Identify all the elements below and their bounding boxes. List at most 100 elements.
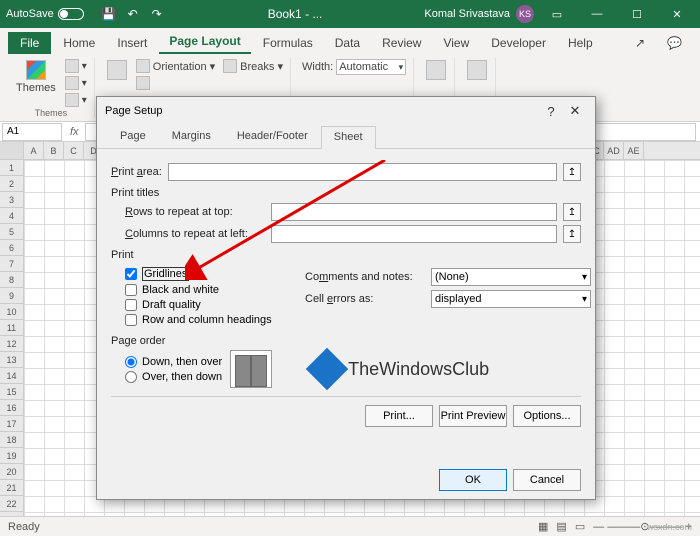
close-icon[interactable]: ✕: [660, 0, 694, 28]
dialog-body: Print area: ↥ Print titles Rows to repea…: [97, 149, 595, 461]
fonts-button[interactable]: ▾: [62, 75, 90, 91]
page-order-icon: [230, 350, 272, 388]
orientation-button[interactable]: Orientation ▾: [133, 58, 218, 74]
print-titles-label: Print titles: [111, 187, 581, 199]
ok-button[interactable]: OK: [439, 469, 507, 491]
status-ready: Ready: [8, 521, 40, 533]
tab-file[interactable]: File: [8, 32, 51, 54]
cancel-button[interactable]: Cancel: [513, 469, 581, 491]
tab-help[interactable]: Help: [558, 32, 603, 54]
avatar[interactable]: KS: [516, 5, 534, 23]
comments-icon[interactable]: 💬: [657, 32, 692, 54]
dialog-footer: OK Cancel: [97, 461, 595, 499]
print-button[interactable]: Print...: [365, 405, 433, 427]
effects-button[interactable]: ▾: [62, 92, 90, 108]
page-setup-dialog: Page Setup ? ✕ Page Margins Header/Foote…: [96, 96, 596, 500]
margins-button[interactable]: [103, 58, 131, 82]
bw-checkbox[interactable]: Black and white: [125, 284, 285, 296]
window-title: Book1 - ...: [166, 7, 425, 21]
gridlines-checkbox[interactable]: Gridlines: [125, 267, 285, 281]
margins-icon: [107, 60, 127, 80]
print-area-input[interactable]: [168, 163, 557, 181]
page-watermark: wsxdn.com: [647, 522, 692, 532]
tab-insert[interactable]: Insert: [107, 32, 157, 54]
size-icon: [136, 76, 150, 90]
autosave-label: AutoSave: [6, 8, 54, 20]
view-normal-icon[interactable]: ▦: [538, 520, 548, 533]
tab-developer[interactable]: Developer: [481, 32, 556, 54]
ribbon-display-icon[interactable]: ▭: [540, 0, 574, 28]
toggle-off-icon[interactable]: [58, 8, 84, 20]
cols-repeat-ref-icon[interactable]: ↥: [563, 225, 581, 243]
logo-icon: [306, 348, 348, 390]
colors-button[interactable]: ▾: [62, 58, 90, 74]
comments-select[interactable]: (None)▾: [431, 268, 591, 286]
undo-icon[interactable]: ↶: [124, 5, 142, 23]
print-preview-button[interactable]: Print Preview: [439, 405, 507, 427]
print-section-label: Print: [111, 249, 581, 261]
sheet-icon: [426, 60, 446, 80]
down-over-radio[interactable]: Down, then over: [125, 356, 222, 368]
share-icon[interactable]: ↗: [625, 32, 655, 54]
comments-label: Comments and notes:: [305, 271, 425, 283]
dlg-tab-page[interactable]: Page: [107, 125, 159, 148]
watermark-logo: TheWindowsClub: [312, 354, 489, 384]
tab-home[interactable]: Home: [53, 32, 105, 54]
cols-repeat-input[interactable]: [271, 225, 557, 243]
rows-repeat-input[interactable]: [271, 203, 557, 221]
tab-formulas[interactable]: Formulas: [253, 32, 323, 54]
sheet-options-button[interactable]: [422, 58, 450, 82]
width-control[interactable]: Width:Automatic▾: [299, 58, 409, 76]
autosave-toggle[interactable]: AutoSave: [6, 8, 84, 20]
breaks-icon: [223, 59, 237, 73]
effects-icon: [65, 93, 79, 107]
group-themes: Themes ▾ ▾ ▾ Themes: [8, 58, 95, 117]
maximize-icon[interactable]: ☐: [620, 0, 654, 28]
rch-checkbox[interactable]: Row and column headings: [125, 314, 285, 326]
rows-repeat-label: Rows to repeat at top:: [125, 206, 265, 218]
rows-repeat-ref-icon[interactable]: ↥: [563, 203, 581, 221]
name-box[interactable]: A1: [2, 123, 62, 141]
row-headers[interactable]: 123456789101112131415161718192021222324: [0, 160, 24, 516]
errors-select[interactable]: displayed▾: [431, 290, 591, 308]
titlebar: AutoSave 💾 ↶ ↷ Book1 - ... Komal Srivast…: [0, 0, 700, 28]
breaks-button[interactable]: Breaks ▾: [220, 58, 286, 74]
themes-button[interactable]: Themes: [12, 58, 60, 96]
arrange-button[interactable]: [463, 58, 491, 82]
themes-icon: [26, 60, 46, 80]
dialog-tabs: Page Margins Header/Footer Sheet: [97, 125, 595, 149]
orientation-icon: [136, 59, 150, 73]
redo-icon[interactable]: ↷: [148, 5, 166, 23]
save-icon[interactable]: 💾: [100, 5, 118, 23]
size-button[interactable]: [133, 75, 218, 91]
status-bar: Ready ▦ ▤ ▭ — ———⊙——— +: [0, 516, 700, 536]
tab-view[interactable]: View: [433, 32, 479, 54]
fonts-icon: [65, 76, 79, 90]
help-icon[interactable]: ?: [539, 99, 563, 123]
dlg-tab-header-footer[interactable]: Header/Footer: [224, 125, 321, 148]
tab-review[interactable]: Review: [372, 32, 431, 54]
over-down-radio[interactable]: Over, then down: [125, 371, 222, 383]
colors-icon: [65, 59, 79, 73]
draft-checkbox[interactable]: Draft quality: [125, 299, 285, 311]
view-layout-icon[interactable]: ▤: [556, 520, 566, 533]
dlg-tab-margins[interactable]: Margins: [159, 125, 224, 148]
dialog-title: Page Setup: [105, 105, 539, 117]
dialog-titlebar: Page Setup ? ✕: [97, 97, 595, 125]
user-name: Komal Srivastava: [424, 8, 510, 20]
minimize-icon[interactable]: —: [580, 0, 614, 28]
dialog-close-icon[interactable]: ✕: [563, 99, 587, 123]
print-area-ref-icon[interactable]: ↥: [563, 163, 581, 181]
tab-page-layout[interactable]: Page Layout: [159, 30, 250, 54]
ribbon-tabs: File Home Insert Page Layout Formulas Da…: [0, 28, 700, 54]
print-area-label: Print area:: [111, 166, 162, 178]
cols-repeat-label: Columns to repeat at left:: [125, 228, 265, 240]
fx-icon[interactable]: fx: [64, 126, 85, 138]
errors-label: Cell errors as:: [305, 293, 425, 305]
dlg-tab-sheet[interactable]: Sheet: [321, 126, 376, 149]
width-dropdown[interactable]: Automatic▾: [336, 59, 406, 75]
tab-data[interactable]: Data: [325, 32, 370, 54]
options-button[interactable]: Options...: [513, 405, 581, 427]
page-order-label: Page order: [111, 335, 581, 347]
view-break-icon[interactable]: ▭: [575, 520, 585, 533]
